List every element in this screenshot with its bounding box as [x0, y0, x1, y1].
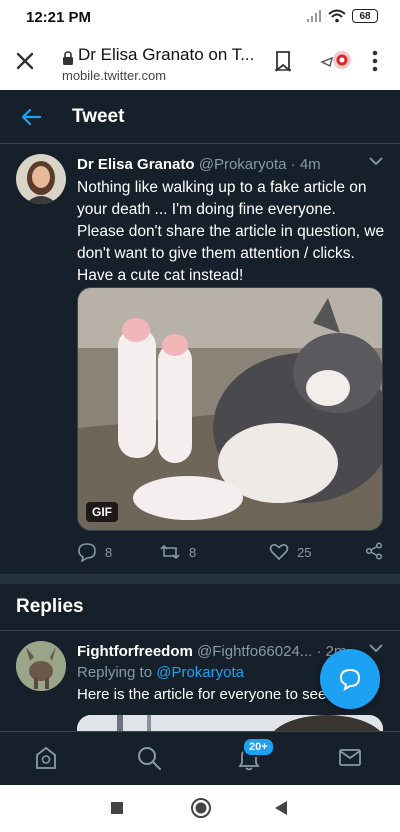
- reply-chevron-down-icon[interactable]: [369, 643, 383, 653]
- author-name[interactable]: Dr Elisa Granato: [77, 156, 195, 173]
- back-button-icon[interactable]: [274, 800, 288, 816]
- reply-button[interactable]: 8: [77, 542, 112, 562]
- reply-avatar-image: [16, 641, 66, 691]
- bookmark-icon[interactable]: [273, 50, 293, 72]
- dot-separator: ·: [290, 156, 296, 173]
- page-title[interactable]: Dr Elisa Granato on T...: [78, 45, 254, 65]
- search-icon[interactable]: [136, 745, 162, 771]
- gif-badge: GIF: [86, 502, 118, 522]
- avatar[interactable]: [16, 154, 66, 204]
- replying-to-label: Replying to: [77, 664, 153, 681]
- tweet-media-gif[interactable]: GIF: [77, 287, 383, 531]
- compose-reply-button[interactable]: [320, 649, 380, 709]
- home-button-icon[interactable]: [190, 797, 212, 819]
- author-handle[interactable]: @Prokaryota: [199, 156, 287, 173]
- status-time: 12:21 PM: [26, 9, 92, 26]
- recent-apps-icon[interactable]: [110, 801, 124, 815]
- share-icon: [365, 542, 383, 560]
- share-button[interactable]: [365, 542, 383, 560]
- reply-avatar[interactable]: [16, 641, 66, 691]
- system-navigation-bar: [0, 785, 400, 832]
- reply-bubble-icon: [339, 668, 361, 691]
- battery-level: 68: [359, 10, 371, 22]
- battery-icon: 68: [352, 9, 378, 23]
- tweet-text: Nothing like walking up to a fake articl…: [77, 179, 385, 284]
- more-options-icon[interactable]: [372, 50, 378, 72]
- signal-icon: [307, 10, 321, 22]
- like-count: 25: [297, 544, 312, 560]
- tweet-actions: 8 8 25: [77, 542, 387, 564]
- tweet[interactable]: Dr Elisa Granato @Prokaryota · 4m Nothin…: [0, 144, 400, 574]
- tweet-header: Tweet: [0, 90, 400, 144]
- like-button[interactable]: 25: [269, 542, 311, 562]
- reply-media[interactable]: [77, 715, 383, 731]
- header-title: Tweet: [72, 106, 125, 127]
- lock-icon: [63, 51, 73, 65]
- replies-heading: Replies: [16, 596, 84, 617]
- extension-icon[interactable]: [320, 48, 354, 74]
- messages-icon[interactable]: [338, 745, 362, 769]
- tweet-author: Dr Elisa Granato @Prokaryota · 4m: [77, 156, 321, 173]
- section-divider: [0, 574, 400, 584]
- tweet-time: 4m: [299, 156, 321, 173]
- browser-toolbar: Dr Elisa Granato on T... mobile.twitter.…: [0, 34, 400, 90]
- replying-to: Replying to @Prokaryota: [77, 664, 244, 681]
- reply-author-name[interactable]: Fightforfreedom: [77, 643, 193, 660]
- bottom-nav: [0, 731, 400, 785]
- reply-count: 8: [105, 544, 113, 560]
- reply-author: Fightforfreedom @Fightfo66024... · 2m: [77, 643, 362, 660]
- avatar-image: [16, 154, 66, 204]
- retweet-icon: [160, 544, 180, 560]
- status-bar: 12:21 PM 68: [0, 0, 400, 34]
- page-url[interactable]: mobile.twitter.com: [62, 68, 166, 83]
- status-icons: 68: [306, 9, 378, 23]
- reply-text: Here is the article for everyone to see: [77, 686, 327, 703]
- close-icon[interactable]: [13, 49, 37, 73]
- home-icon[interactable]: [34, 745, 58, 771]
- comment-icon: [78, 543, 96, 562]
- retweet-button[interactable]: 8: [159, 542, 196, 562]
- wifi-icon: [328, 9, 346, 23]
- back-arrow-icon[interactable]: [20, 106, 42, 128]
- notifications-badge: 20+: [242, 737, 275, 757]
- heart-icon: [269, 544, 289, 561]
- reply-author-handle[interactable]: @Fightfo66024...: [197, 643, 312, 660]
- chevron-down-icon[interactable]: [369, 156, 383, 166]
- replying-to-link[interactable]: @Prokaryota: [156, 664, 244, 681]
- dot-separator: ·: [316, 643, 322, 660]
- retweet-count: 8: [189, 544, 197, 560]
- cat-gif-image: [78, 288, 382, 530]
- reply-media-image: [77, 715, 383, 731]
